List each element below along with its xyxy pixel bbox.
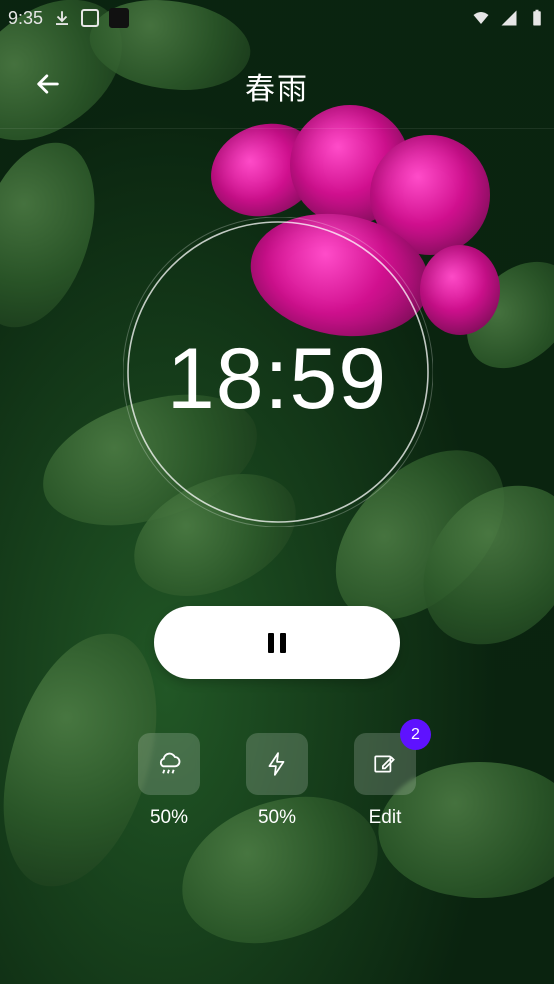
edit-badge: 2 — [400, 719, 431, 750]
edit-label: Edit — [368, 807, 402, 828]
battery-icon — [533, 9, 541, 26]
image-icon — [81, 9, 100, 27]
status-bar: 9:35 — [0, 0, 554, 36]
leaf — [0, 131, 106, 339]
thunder-volume-label: 50% — [257, 807, 297, 828]
rain-cloud-icon — [159, 752, 181, 774]
page-title: 春雨 — [245, 72, 309, 107]
pause-button[interactable] — [154, 606, 400, 679]
signal-icon — [501, 10, 517, 26]
rain-volume-label: 50% — [149, 807, 189, 828]
edit-icon — [374, 755, 395, 773]
rain-volume-button[interactable] — [138, 733, 200, 795]
timer-display: 18:59 — [166, 331, 388, 427]
wifi-icon — [473, 12, 489, 24]
notification-icon — [109, 8, 130, 28]
thunder-volume-button[interactable] — [246, 733, 308, 795]
app-bar: 春雨 — [0, 44, 554, 129]
status-time: 9:35 — [8, 7, 44, 28]
download-icon — [56, 11, 69, 25]
lightning-icon — [268, 752, 285, 776]
pause-icon — [268, 632, 286, 653]
